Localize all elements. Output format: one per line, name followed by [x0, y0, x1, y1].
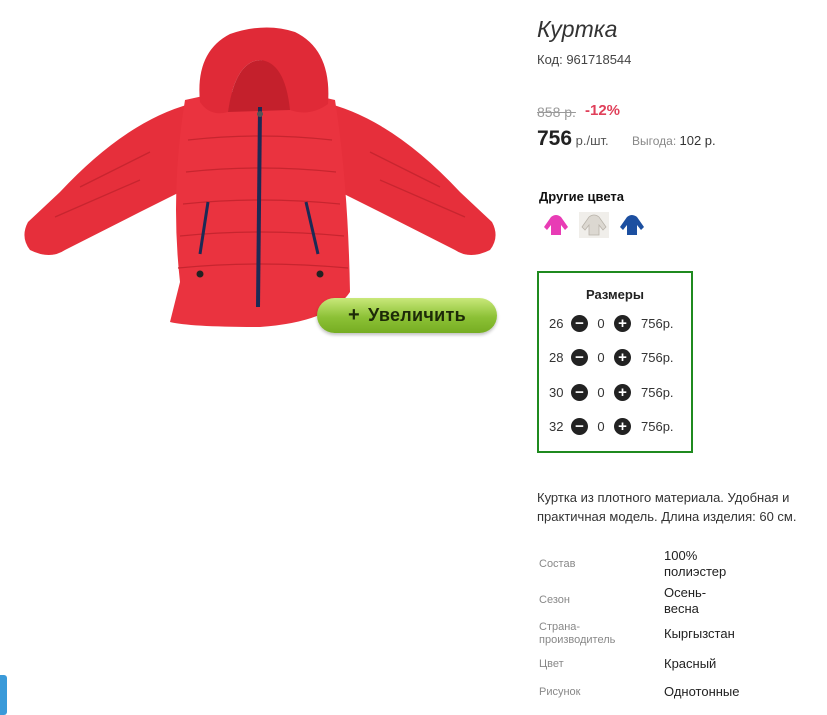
benefit-label: Выгода:	[632, 134, 680, 148]
size-label: 28	[549, 350, 564, 365]
plus-icon[interactable]: +	[614, 384, 631, 401]
sizes-box: Размеры 26 − 0 + 756р. 28 − 0 + 756р. 30…	[537, 271, 693, 453]
benefit: Выгода: 102 р.	[632, 133, 716, 148]
size-row: 32 − 0 + 756р.	[549, 418, 674, 435]
zoom-button[interactable]: + Увеличить	[317, 298, 497, 333]
color-swatch-white[interactable]	[579, 212, 609, 238]
color-swatches	[541, 212, 647, 238]
size-row: 26 − 0 + 756р.	[549, 315, 674, 332]
quantity-value[interactable]: 0	[588, 316, 614, 331]
color-swatch-pink[interactable]	[541, 212, 571, 238]
spec-label: Рисунок	[539, 686, 581, 698]
size-price: 756р.	[641, 419, 674, 434]
quantity-value[interactable]: 0	[588, 419, 614, 434]
spec-value: 100% полиэстер	[664, 548, 727, 579]
price-value: 756	[537, 127, 573, 150]
size-row: 30 − 0 + 756р.	[549, 384, 674, 401]
product-title: Куртка	[537, 16, 618, 42]
jacket-white-icon	[581, 214, 607, 236]
jacket-blue-icon	[620, 215, 644, 235]
size-price: 756р.	[641, 316, 674, 331]
discount-badge: -12%	[585, 102, 621, 119]
size-label: 30	[549, 385, 564, 400]
price: 756 р./шт.	[537, 127, 609, 151]
size-label: 26	[549, 316, 564, 331]
minus-icon[interactable]: −	[571, 418, 588, 435]
spec-value: Однотонные	[664, 684, 740, 699]
jacket-pink-icon	[544, 215, 568, 235]
spec-value: Осень-весна	[664, 585, 707, 616]
product-image[interactable]	[20, 22, 500, 342]
minus-icon[interactable]: −	[571, 315, 588, 332]
spec-value: Красный	[664, 656, 717, 671]
price-unit: р./шт.	[572, 133, 609, 148]
color-swatch-blue[interactable]	[617, 212, 647, 238]
quantity-value[interactable]: 0	[588, 350, 614, 365]
plus-icon[interactable]: +	[614, 315, 631, 332]
zoom-label: Увеличить	[368, 305, 466, 325]
other-colors-title: Другие цвета	[539, 189, 624, 204]
spec-label: Цвет	[539, 658, 564, 670]
spec-label: Сезон	[539, 594, 570, 606]
old-price: 858 р.	[537, 104, 576, 120]
spec-value: Кыргызстан	[664, 626, 735, 641]
plus-icon[interactable]: +	[614, 349, 631, 366]
minus-icon[interactable]: −	[571, 384, 588, 401]
size-row: 28 − 0 + 756р.	[549, 349, 674, 366]
quantity-value[interactable]: 0	[588, 385, 614, 400]
benefit-value: 102 р.	[679, 133, 716, 148]
spec-label: Состав	[539, 558, 576, 570]
side-feedback-tab[interactable]	[0, 675, 7, 715]
spec-label: Страна-производитель	[539, 621, 616, 646]
plus-icon[interactable]: +	[614, 418, 631, 435]
minus-icon[interactable]: −	[571, 349, 588, 366]
product-image-area: + Увеличить	[0, 0, 520, 360]
plus-icon: +	[348, 304, 361, 326]
product-description: Куртка из плотного материала. Удобная и …	[537, 490, 797, 524]
size-price: 756р.	[641, 350, 674, 365]
product-code: Код: 961718544	[537, 52, 632, 67]
size-price: 756р.	[641, 385, 674, 400]
sizes-title: Размеры	[586, 287, 644, 302]
size-label: 32	[549, 419, 564, 434]
